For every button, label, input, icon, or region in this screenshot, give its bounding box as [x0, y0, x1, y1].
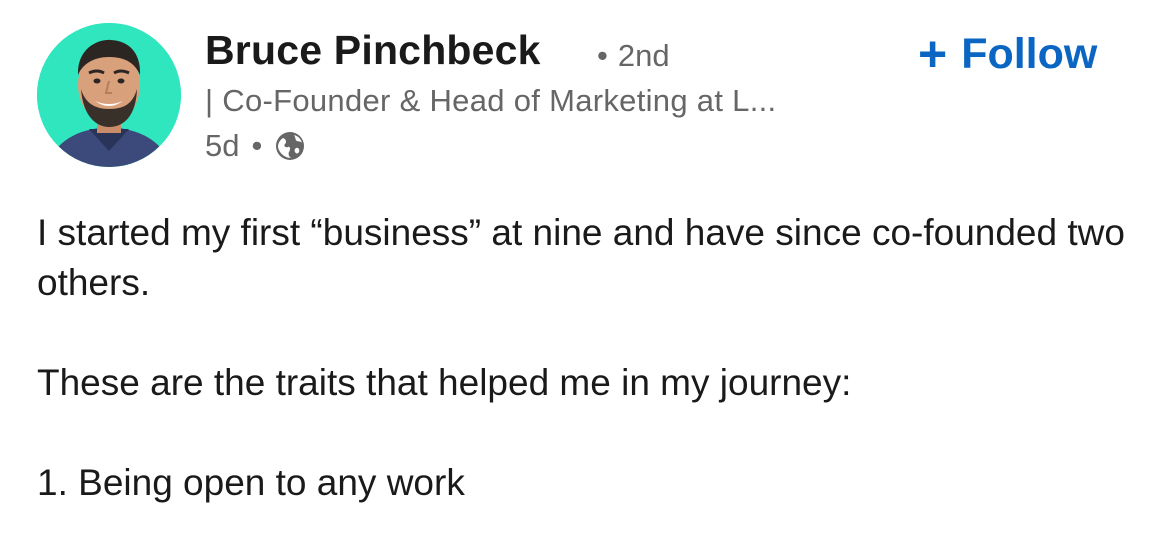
- degree-separator: •: [597, 38, 608, 73]
- post-paragraph: I started my first “business” at nine an…: [37, 212, 1136, 303]
- author-avatar[interactable]: [37, 23, 181, 167]
- plus-icon: +: [918, 26, 948, 82]
- degree-label: 2nd: [617, 38, 670, 73]
- avatar-photo: [37, 23, 181, 167]
- connection-degree: • 2nd: [597, 38, 670, 74]
- feed-post: Bruce Pinchbeck • 2nd | Co-Founder & Head…: [0, 0, 1170, 539]
- follow-button[interactable]: + Follow: [918, 26, 1097, 82]
- post-time: 5d: [205, 128, 240, 163]
- author-headline[interactable]: | Co-Founder & Head of Marketing at L...: [205, 83, 776, 119]
- post-body: I started my first “business” at nine an…: [37, 208, 1137, 508]
- post-paragraph: These are the traits that helped me in m…: [37, 362, 852, 403]
- follow-label: Follow: [961, 29, 1098, 78]
- post-meta: 5d •: [205, 128, 306, 164]
- globe-icon: [274, 130, 306, 162]
- author-name[interactable]: Bruce Pinchbeck: [205, 27, 541, 74]
- meta-separator: •: [251, 128, 263, 163]
- post-paragraph: 1. Being open to any work: [37, 462, 465, 503]
